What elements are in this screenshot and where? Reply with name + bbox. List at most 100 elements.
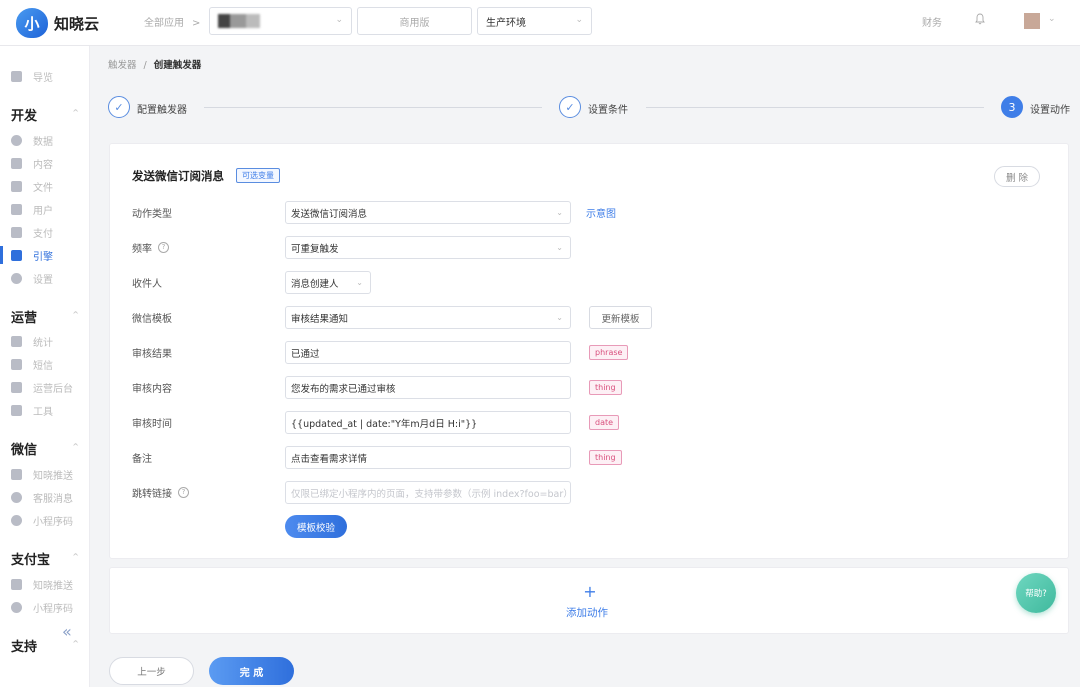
- collapse-sidebar-icon[interactable]: «: [62, 622, 72, 641]
- breadcrumb: 触发器 / 创建触发器: [108, 57, 201, 71]
- variables-badge[interactable]: 可选变量: [236, 168, 280, 183]
- recipient-select[interactable]: 消息创建人 ⌄: [285, 271, 371, 294]
- jump-link-input[interactable]: 仅限已绑定小程序内的页面，支持带参数（示例 index?foo=bar）: [285, 481, 571, 504]
- prev-step-button[interactable]: 上一步: [109, 657, 194, 685]
- help-button[interactable]: 帮助?: [1016, 573, 1056, 613]
- sidebar-group-title: 运营: [11, 311, 38, 326]
- update-template-button[interactable]: 更新模板: [589, 306, 652, 329]
- sidebar-item-wechat-push[interactable]: 知晓推送: [11, 465, 73, 483]
- diagram-link[interactable]: 示意图: [586, 201, 616, 223]
- help-question-icon[interactable]: ?: [158, 241, 169, 253]
- select-value: 发送微信订阅消息: [291, 208, 368, 220]
- all-apps-label: 全部应用: [144, 18, 184, 29]
- recipient-label: 收件人: [132, 271, 162, 293]
- time-input[interactable]: {{updated_at | date:"Y年m月d日 H:i"}}: [285, 411, 571, 434]
- chevron-up-icon: ^: [72, 552, 79, 561]
- template-label: 微信模板: [132, 306, 172, 328]
- pie-chart-icon: [11, 134, 22, 146]
- user-card-icon: [11, 203, 22, 215]
- sidebar-item-sms[interactable]: 短信: [11, 355, 53, 373]
- sidebar-item-stats[interactable]: 统计: [11, 332, 53, 350]
- all-apps-link[interactable]: 全部应用 >: [144, 14, 200, 29]
- sidebar-group-ops[interactable]: 运营 ^: [11, 307, 79, 326]
- logo-text: 知晓云: [54, 14, 100, 33]
- sidebar-item-label: 用户: [33, 205, 53, 217]
- field-label-text: 频率: [132, 243, 152, 255]
- top-bar: 小 知晓云 全部应用 > ⌄ 商用版 生产环境 ⌄ 财务 ⌄: [0, 0, 1080, 46]
- bell-icon[interactable]: [975, 13, 985, 25]
- step-done-check-icon: ✓: [559, 96, 581, 118]
- result-input[interactable]: 已通过: [285, 341, 571, 364]
- step-current-number: 3: [1001, 96, 1023, 118]
- sidebar-group-title: 开发: [11, 109, 38, 124]
- remark-input[interactable]: 点击查看需求详情: [285, 446, 571, 469]
- sidebar-item-wechat-cs[interactable]: 客服消息: [11, 488, 73, 506]
- logo[interactable]: 小 知晓云: [16, 8, 99, 38]
- breadcrumb-separator: /: [143, 60, 147, 71]
- push-icon: [11, 468, 22, 480]
- frequency-select[interactable]: 可重复触发 ⌄: [285, 236, 571, 259]
- sidebar-item-label: 内容: [33, 159, 53, 171]
- chevron-up-icon: ^: [72, 310, 79, 319]
- help-question-icon[interactable]: ?: [178, 486, 189, 498]
- avatar[interactable]: [1024, 13, 1040, 29]
- step-label-actions: 设置动作: [1030, 105, 1070, 116]
- breadcrumb-parent[interactable]: 触发器: [108, 60, 137, 71]
- chevron-down-icon: ⌄: [556, 208, 563, 217]
- edition-button[interactable]: 商用版: [357, 7, 472, 35]
- type-tag-date: date: [589, 415, 620, 430]
- sidebar-item-users[interactable]: 用户: [11, 200, 53, 218]
- sidebar-item-wechat-qrcode[interactable]: 小程序码: [11, 511, 73, 529]
- sidebar-active-indicator: [0, 246, 3, 264]
- wrench-icon: [11, 404, 22, 416]
- select-value: 可重复触发: [291, 243, 339, 255]
- wallet-icon: [11, 226, 22, 238]
- environment-select[interactable]: 生产环境 ⌄: [477, 7, 592, 35]
- add-action-label: 添加动作: [566, 607, 608, 619]
- sidebar-item-settings[interactable]: 设置: [11, 269, 53, 287]
- validate-template-button[interactable]: 模板校验: [285, 515, 347, 538]
- sidebar-item-payment[interactable]: 支付: [11, 223, 53, 241]
- template-select[interactable]: 审核结果通知 ⌄: [285, 306, 571, 329]
- field-label-text: 审核结果: [132, 348, 172, 360]
- action-type-select[interactable]: 发送微信订阅消息 ⌄: [285, 201, 571, 224]
- gear-icon: [11, 272, 22, 284]
- step-progress: ✓ 配置触发器 ✓ 设置条件 3 设置动作: [108, 96, 1070, 120]
- app-name-redacted: [218, 14, 260, 28]
- environment-value: 生产环境: [486, 17, 526, 29]
- app-select[interactable]: ⌄: [209, 7, 352, 35]
- type-tag-thing: thing: [589, 450, 622, 465]
- sidebar-item-label: 文件: [33, 182, 53, 194]
- sidebar-item-tools[interactable]: 工具: [11, 401, 53, 419]
- select-value: 消息创建人: [291, 278, 339, 290]
- sidebar-item-data[interactable]: 数据: [11, 131, 53, 149]
- sidebar-item-files[interactable]: 文件: [11, 177, 53, 195]
- chevron-up-icon: ^: [72, 639, 79, 648]
- logo-mark-icon: 小: [16, 8, 48, 38]
- sidebar-item-alipay-qrcode[interactable]: 小程序码: [11, 598, 73, 616]
- sidebar-item-label: 小程序码: [33, 516, 73, 528]
- finance-link[interactable]: 财务: [922, 14, 942, 29]
- sidebar-group-dev[interactable]: 开发 ^: [11, 105, 79, 124]
- sidebar-item-engine[interactable]: 引擎: [11, 246, 53, 264]
- sidebar-item-alipay-push[interactable]: 知晓推送: [11, 575, 73, 593]
- document-icon: [11, 157, 22, 169]
- push-icon: [11, 578, 22, 590]
- step-connector: [204, 107, 542, 108]
- sidebar-item-ops-backend[interactable]: 运营后台: [11, 378, 73, 396]
- sidebar-group-wechat[interactable]: 微信 ^: [11, 439, 79, 458]
- step-connector: [646, 107, 984, 108]
- content-input[interactable]: 您发布的需求已通过审核: [285, 376, 571, 399]
- chevron-down-icon[interactable]: ⌄: [1048, 14, 1056, 24]
- finish-button[interactable]: 完 成: [209, 657, 294, 685]
- monitor-icon: [11, 381, 22, 393]
- step-label-configure: 配置触发器: [137, 105, 187, 116]
- sidebar-group-alipay[interactable]: 支付宝 ^: [11, 549, 79, 568]
- mail-icon: [11, 358, 22, 370]
- folder-icon: [11, 180, 22, 192]
- sidebar-item-label: 客服消息: [33, 493, 73, 505]
- sidebar-item-content[interactable]: 内容: [11, 154, 53, 172]
- add-action-button[interactable]: + 添加动作: [109, 567, 1069, 634]
- sidebar-item-overview[interactable]: 导览: [11, 67, 53, 85]
- delete-button[interactable]: 删 除: [994, 166, 1040, 187]
